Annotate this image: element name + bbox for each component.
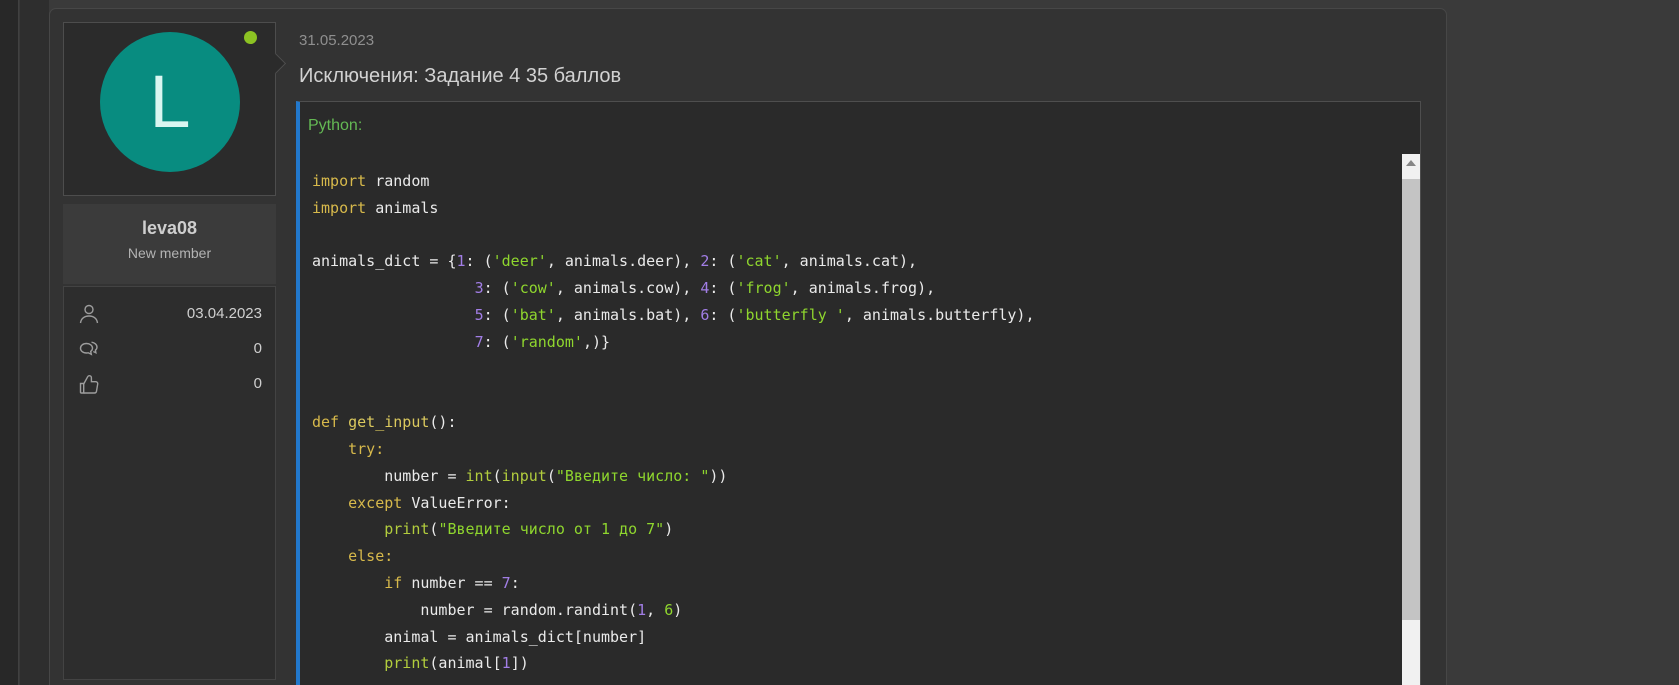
code-line (312, 222, 1392, 249)
avatar-box: L (63, 22, 276, 196)
avatar[interactable]: L (100, 32, 240, 172)
user-role-label: New member (63, 239, 276, 261)
post-container: L leva08 New member 03.04.2023 0 (49, 8, 1447, 685)
code-line: 5: ('bat', animals.bat), 6: ('butterfly … (312, 302, 1392, 329)
stat-row-messages: 0 (77, 331, 262, 366)
scroll-up-arrow-icon (1406, 160, 1416, 166)
stat-row-joined: 03.04.2023 (77, 296, 262, 331)
scrollbar-up-button[interactable] (1402, 154, 1420, 172)
messages-icon (77, 337, 101, 361)
post-date-link[interactable]: 31.05.2023 (299, 32, 374, 49)
code-block: Python: import randomimport animals anima… (296, 101, 1421, 685)
code-language-label: Python: (300, 102, 1420, 135)
username-band: leva08 New member (63, 204, 276, 284)
code-line: number = int(input("Введите число: ")) (312, 463, 1392, 490)
code-scrollbar-thumb[interactable] (1402, 179, 1420, 620)
user-icon (77, 302, 101, 326)
online-indicator (244, 31, 257, 44)
code-line: def get_input(): (312, 409, 1392, 436)
code-line (312, 382, 1392, 409)
user-info-column: L leva08 New member 03.04.2023 0 (63, 22, 276, 680)
code-line: 3: ('cow', animals.cow), 4: ('frog', ani… (312, 275, 1392, 302)
avatar-arrow-icon (265, 53, 286, 74)
code-lines: import randomimport animals animals_dict … (304, 146, 1402, 685)
code-line: animals_dict = {1: ('deer', animals.deer… (312, 248, 1392, 275)
likes-icon (77, 372, 101, 396)
username-link[interactable]: leva08 (63, 204, 276, 239)
user-stats-cell: 03.04.2023 0 0 (63, 286, 276, 680)
code-scrollbar-track[interactable] (1402, 154, 1420, 685)
code-line: else: (312, 543, 1392, 570)
post-title: Исключения: Задание 4 35 баллов (299, 65, 621, 88)
stat-row-likes: 0 (77, 366, 262, 401)
code-line: import random (312, 168, 1392, 195)
page-left-gutter (20, 0, 49, 685)
likes-count-value: 0 (101, 375, 262, 392)
code-line (312, 356, 1392, 383)
code-line: animal = animals_dict[number] (312, 624, 1392, 651)
page-left-strip (0, 0, 19, 685)
code-line: import animals (312, 195, 1392, 222)
code-line: number = random.randint(1, 6) (312, 597, 1392, 624)
code-line: 7: ('random',)} (312, 329, 1392, 356)
code-line: except ValueError: (312, 490, 1392, 517)
code-line: if number == 7: (312, 570, 1392, 597)
code-line: try: (312, 436, 1392, 463)
code-line: print(animal[1]) (312, 650, 1392, 677)
joined-date-value: 03.04.2023 (101, 305, 262, 322)
code-line: print("Введите число от 1 до 7") (312, 516, 1392, 543)
messages-count-value: 0 (101, 340, 262, 357)
